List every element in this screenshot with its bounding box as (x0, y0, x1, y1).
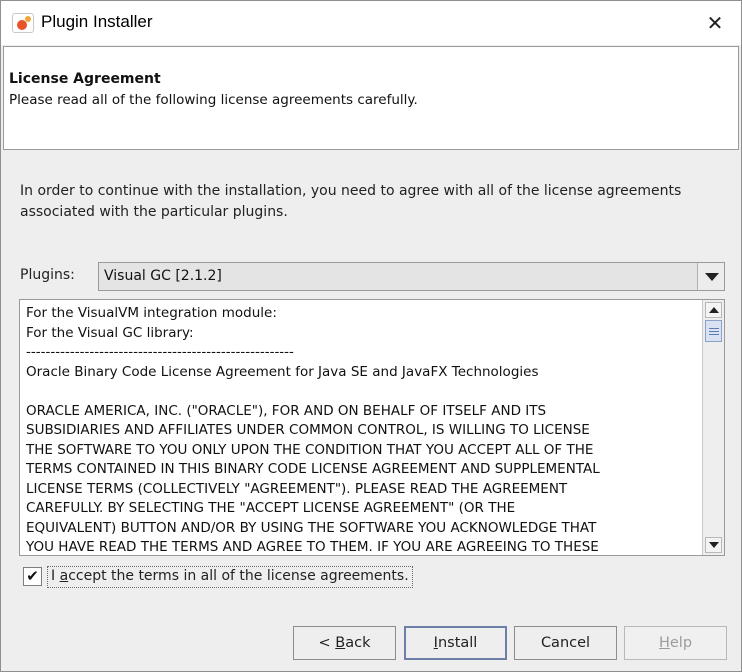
license-text-area[interactable]: For the VisualVM integration module: For … (19, 299, 725, 556)
close-icon[interactable]: ✕ (703, 11, 727, 35)
back-button[interactable]: < Back (293, 626, 396, 660)
license-line: YOU HAVE READ THE TERMS AND AGREE TO THE… (26, 539, 599, 555)
header-panel: License Agreement Please read all of the… (3, 46, 739, 150)
scroll-down-arrow-icon[interactable] (705, 537, 722, 553)
install-button[interactable]: Install (404, 626, 507, 660)
license-line: TERMS CONTAINED IN THIS BINARY CODE LICE… (26, 461, 600, 477)
window-title: Plugin Installer (41, 12, 153, 31)
scroll-thumb[interactable] (705, 320, 722, 342)
license-line: LICENSE TERMS (COLLECTIVELY "AGREEMENT")… (26, 480, 568, 497)
plugins-selected-value: Visual GC [2.1.2] (104, 268, 222, 284)
license-line: THE SOFTWARE TO YOU ONLY UPON THE CONDIT… (26, 441, 594, 458)
cancel-button[interactable]: Cancel (514, 626, 617, 660)
title-bar: Plugin Installer ✕ (1, 1, 741, 45)
license-text: For the VisualVM integration module: For … (26, 304, 698, 555)
license-line: EQUIVALENT) BUTTON AND/OR BY USING THE S… (26, 519, 597, 536)
plugin-installer-dialog: Plugin Installer ✕ License Agreement Ple… (0, 0, 742, 672)
license-line: SUBSIDIARIES AND AFFILIATES UNDER COMMON… (26, 422, 590, 438)
app-icon (12, 13, 34, 33)
plugins-dropdown[interactable]: Visual GC [2.1.2] (98, 262, 725, 291)
license-line: Oracle Binary Code License Agreement for… (26, 363, 539, 380)
license-line: CAREFULLY. BY SELECTING THE "ACCEPT LICE… (26, 500, 516, 516)
license-line (26, 382, 698, 402)
intro-text: In order to continue with the installati… (20, 183, 682, 220)
license-line: ORACLE AMERICA, INC. ("ORACLE"), FOR AND… (26, 402, 547, 419)
scroll-up-arrow-icon[interactable] (705, 302, 722, 318)
plugins-label: Plugins: (20, 267, 75, 283)
license-line: ----------------------------------------… (26, 344, 294, 360)
accept-terms-checkbox[interactable]: ✔ (23, 567, 42, 586)
chevron-down-icon[interactable] (697, 263, 724, 290)
license-line: For the VisualVM integration module: (26, 305, 277, 321)
accept-terms-label[interactable]: I accept the terms in all of the license… (47, 566, 413, 588)
page-title: License Agreement (9, 71, 161, 87)
page-subtitle: Please read all of the following license… (9, 92, 418, 108)
license-line: For the Visual GC library: (26, 324, 194, 341)
vertical-scrollbar[interactable] (702, 300, 724, 555)
help-button[interactable]: Help (624, 626, 727, 660)
